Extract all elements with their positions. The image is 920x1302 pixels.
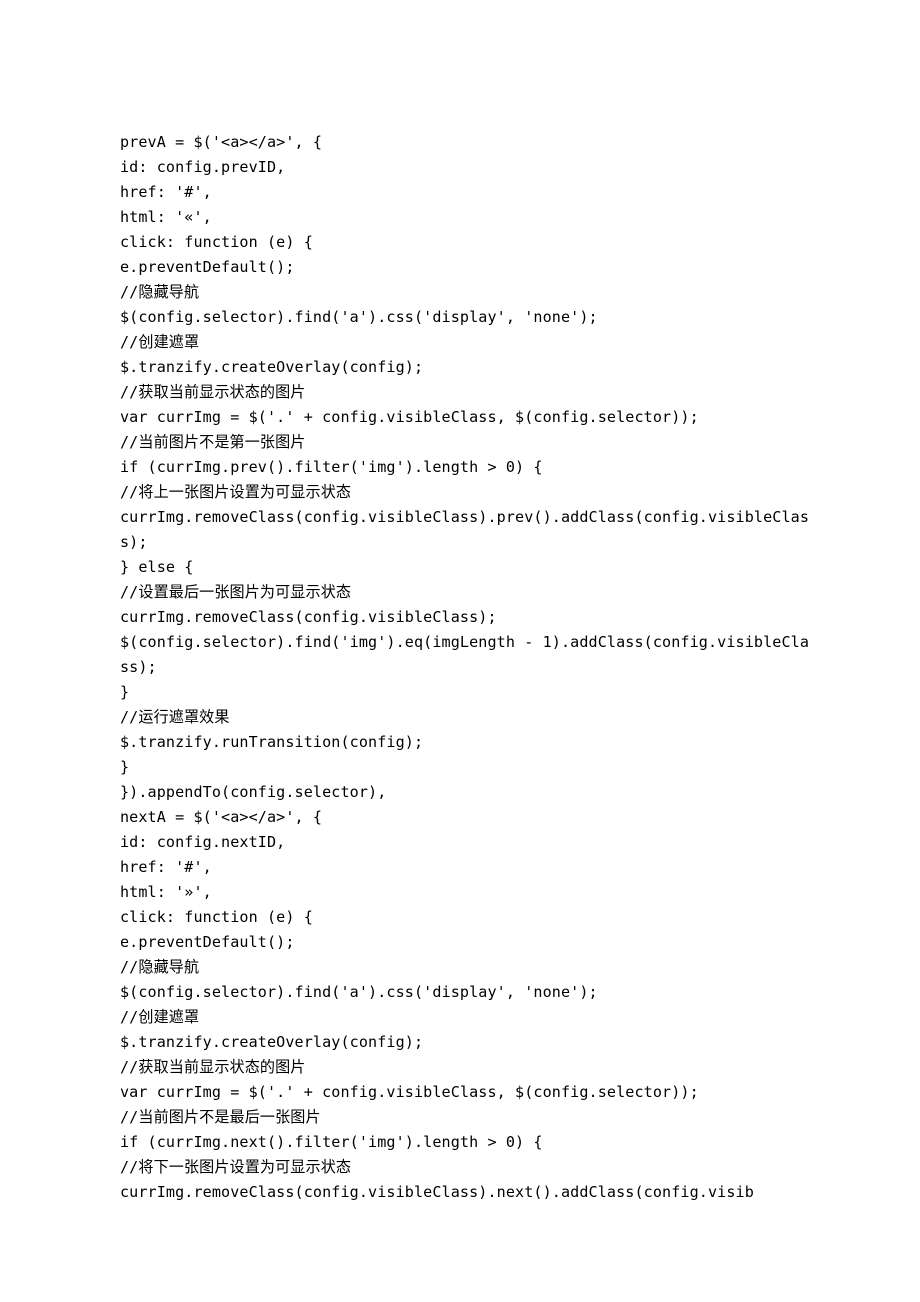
code-line: prevA = $('<a></a>', { id: config.prevID… (120, 133, 809, 1201)
code-document: prevA = $('<a></a>', { id: config.prevID… (120, 130, 810, 1205)
